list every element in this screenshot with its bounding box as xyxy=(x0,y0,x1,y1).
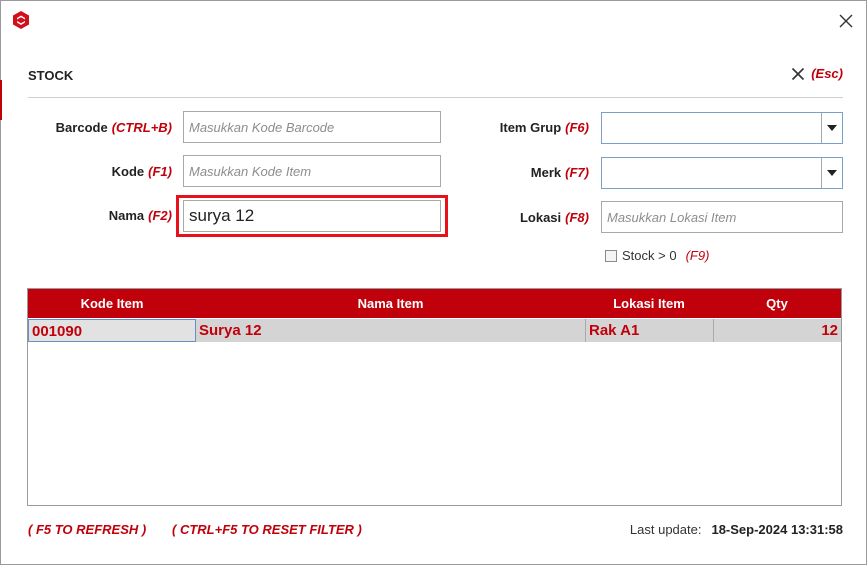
nama-shortcut: (F2) xyxy=(148,208,172,223)
chevron-down-icon xyxy=(827,125,837,131)
kode-label: Kode (F1) xyxy=(112,164,172,179)
item-grup-shortcut: (F6) xyxy=(565,120,589,135)
chevron-down-icon xyxy=(827,170,837,176)
nama-label-text: Nama xyxy=(108,208,145,223)
last-update-label: Last update: xyxy=(629,522,702,537)
cell-lokasi-item[interactable]: Rak A1 xyxy=(585,319,713,342)
merk-label-text: Merk xyxy=(530,165,562,180)
barcode-label: Barcode (CTRL+B) xyxy=(56,120,172,135)
page-title: STOCK xyxy=(28,68,74,83)
lokasi-label-text: Lokasi xyxy=(519,210,562,225)
cell-nama-item[interactable]: Surya 12 xyxy=(196,319,585,342)
merk-shortcut: (F7) xyxy=(565,165,589,180)
barcode-shortcut: (CTRL+B) xyxy=(111,120,172,135)
last-update-value: 18-Sep-2024 13:31:58 xyxy=(711,522,843,537)
merk-label: Merk (F7) xyxy=(531,165,589,180)
item-grup-dropdown-button[interactable] xyxy=(821,113,842,143)
column-header-kode-item[interactable]: Kode Item xyxy=(28,289,196,318)
lokasi-input[interactable] xyxy=(601,201,843,233)
item-grup-label-text: Item Grup xyxy=(499,120,562,135)
stock-filter-label: Stock > 0 xyxy=(622,248,677,263)
esc-close-button[interactable]: (Esc) xyxy=(791,66,843,81)
merk-select[interactable] xyxy=(601,157,843,189)
barcode-label-text: Barcode xyxy=(55,120,108,135)
kode-input[interactable] xyxy=(183,155,441,187)
cell-kode-item[interactable]: 001090 xyxy=(28,319,196,342)
refresh-hint: ( F5 TO REFRESH ) xyxy=(28,522,147,537)
checkbox-box[interactable] xyxy=(605,249,617,262)
left-accent-bar xyxy=(0,80,2,120)
nama-label: Nama (F2) xyxy=(109,208,172,223)
last-update: Last update: 18-Sep-2024 13:31:58 xyxy=(630,522,843,537)
window-close-icon[interactable] xyxy=(836,11,856,31)
stock-filter-shortcut: (F9) xyxy=(685,248,710,263)
merk-dropdown-button[interactable] xyxy=(821,158,842,188)
kode-shortcut: (F1) xyxy=(148,164,172,179)
lokasi-shortcut: (F8) xyxy=(565,210,589,225)
barcode-input[interactable] xyxy=(183,111,441,143)
item-grup-label: Item Grup (F6) xyxy=(500,120,589,135)
column-header-qty[interactable]: Qty xyxy=(713,289,841,318)
nama-highlight-frame xyxy=(176,195,448,237)
stock-table: Kode Item Nama Item Lokasi Item Qty 0010… xyxy=(27,288,842,506)
item-grup-select[interactable] xyxy=(601,112,843,144)
column-header-lokasi-item[interactable]: Lokasi Item xyxy=(585,289,713,318)
nama-input[interactable] xyxy=(183,200,441,232)
title-divider xyxy=(28,97,843,98)
reset-filter-hint: ( CTRL+F5 TO RESET FILTER ) xyxy=(172,522,362,537)
cell-qty[interactable]: 12 xyxy=(713,319,841,342)
stock-filter-checkbox[interactable]: Stock > 0 (F9) xyxy=(605,248,709,263)
esc-shortcut-label: (Esc) xyxy=(811,66,843,81)
table-header: Kode Item Nama Item Lokasi Item Qty xyxy=(28,289,841,318)
close-icon xyxy=(792,67,805,80)
column-header-nama-item[interactable]: Nama Item xyxy=(196,289,585,318)
app-logo-icon xyxy=(13,11,29,29)
kode-label-text: Kode xyxy=(111,164,145,179)
table-row[interactable]: 001090 Surya 12 Rak A1 12 xyxy=(28,319,841,342)
lokasi-label: Lokasi (F8) xyxy=(520,210,589,225)
